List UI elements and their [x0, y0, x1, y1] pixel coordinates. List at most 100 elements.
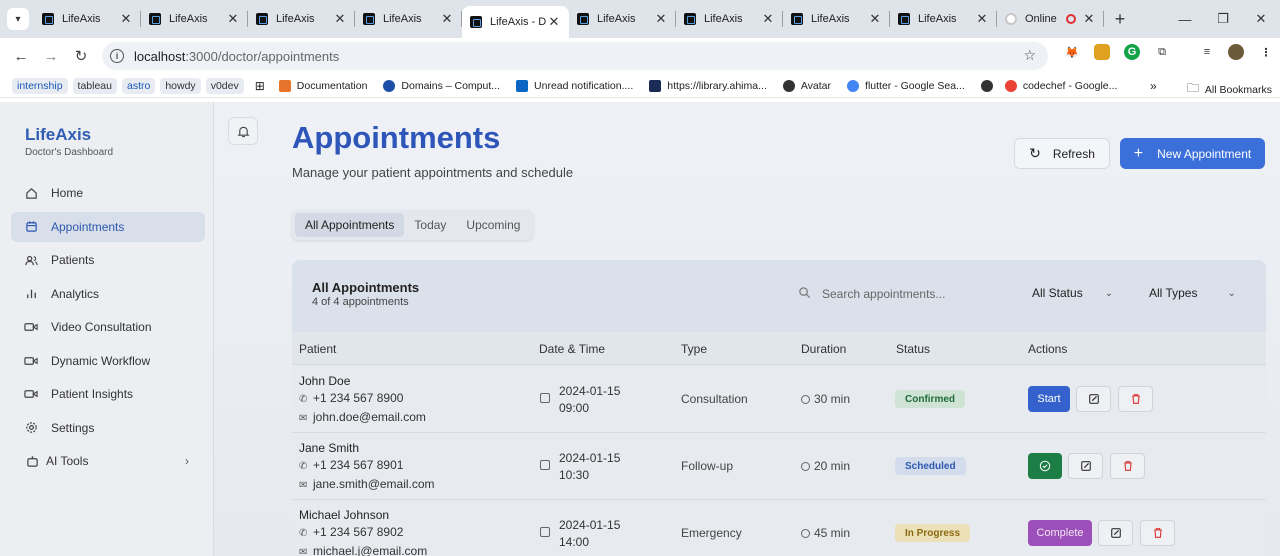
sidebar-item-analytics[interactable]: Analytics — [11, 279, 205, 309]
patient-name: John Doe — [299, 374, 351, 388]
metamask-extension-icon[interactable]: 🦊 — [1064, 44, 1080, 60]
browser-tab[interactable]: LifeAxis ✕ — [248, 0, 355, 38]
tab-today[interactable]: Today — [404, 213, 456, 237]
browser-tab[interactable]: LifeAxis ✕ — [141, 0, 248, 38]
extensions-puzzle-icon[interactable]: ⧉ — [1154, 44, 1170, 60]
edit-button[interactable] — [1098, 520, 1133, 546]
complete-button[interactable]: Complete — [1028, 520, 1092, 546]
close-tab-icon[interactable]: ✕ — [975, 11, 989, 27]
close-tab-icon[interactable]: ✕ — [761, 11, 775, 27]
new-appointment-button[interactable]: + New Appointment — [1120, 138, 1265, 169]
table-row: John Doe ✆ +1 234 567 8900 ✉ john.doe@emai… — [292, 366, 1266, 433]
browser-tab[interactable]: LifeAxis ✕ — [890, 0, 997, 38]
tab-title: LifeAxis — [811, 13, 850, 25]
browser-tab[interactable]: LifeAxis ✕ — [676, 0, 783, 38]
forward-icon[interactable]: → — [36, 48, 66, 65]
start-button[interactable]: Start — [1028, 386, 1070, 412]
media-control-icon[interactable]: ≡ — [1199, 44, 1215, 60]
patient-name: Jane Smith — [299, 441, 360, 455]
close-tab-icon[interactable]: ✕ — [868, 11, 882, 27]
close-tab-icon[interactable]: ✕ — [440, 11, 454, 27]
site-info-icon[interactable]: i — [110, 49, 124, 63]
close-tab-icon[interactable]: ✕ — [547, 14, 561, 30]
bookmark-chip[interactable]: v0dev — [205, 77, 244, 94]
bookmark-chip[interactable]: howdy — [160, 77, 201, 94]
bookmark-item[interactable]: codechef - Google... — [1004, 79, 1117, 92]
confirm-button[interactable] — [1028, 453, 1062, 479]
browser-tab-bar: ▾ LifeAxis ✕ LifeAxis ✕ LifeAxis ✕ LifeAxis… — [0, 0, 1280, 38]
bookmark-item[interactable]: flutter - Google Sea... — [847, 79, 965, 92]
appointment-type: Consultation — [681, 392, 748, 406]
close-window-icon[interactable]: ✕ — [1242, 0, 1280, 38]
apps-grid-icon[interactable]: ⊞ — [255, 79, 265, 93]
tab-all-appointments[interactable]: All Appointments — [295, 213, 405, 237]
delete-button[interactable] — [1110, 453, 1145, 479]
brand-logo[interactable]: LifeAxis — [25, 125, 91, 145]
more-bookmarks-icon[interactable]: » — [1150, 79, 1157, 93]
minimize-icon[interactable]: — — [1166, 0, 1204, 38]
more-menu-icon[interactable]: ⋮ — [1258, 44, 1274, 60]
refresh-icon: ↻ — [1029, 145, 1041, 161]
sidebar-item-video-consultation[interactable]: Video Consultation — [11, 312, 205, 342]
lifeaxis-favicon-icon — [684, 13, 696, 25]
bookmark-item[interactable]: Avatar — [782, 79, 831, 92]
window-controls: — ❐ ✕ — [1166, 0, 1280, 38]
browser-tab[interactable]: LifeAxis ✕ — [569, 0, 676, 38]
bookmark-item[interactable]: Unread notification.... — [516, 79, 633, 92]
tab-title: LifeAxis — [276, 13, 315, 25]
close-tab-icon[interactable]: ✕ — [119, 11, 133, 27]
appointment-type: Follow-up — [681, 459, 734, 473]
browser-tab[interactable]: LifeAxis ✕ — [783, 0, 890, 38]
edit-button[interactable] — [1076, 386, 1111, 412]
reload-icon[interactable]: ↻ — [66, 47, 96, 65]
delete-button[interactable] — [1118, 386, 1153, 412]
bookmark-chip[interactable]: internship — [12, 77, 68, 94]
refresh-button[interactable]: ↻ Refresh — [1014, 138, 1110, 169]
back-icon[interactable]: ← — [6, 48, 36, 65]
notes-extension-icon[interactable] — [1094, 44, 1110, 60]
appointment-type: Emergency — [681, 526, 742, 540]
all-bookmarks[interactable]: 🗀 All Bookmarks — [1187, 79, 1272, 100]
address-bar[interactable]: i localhost:3000/doctor/appointments ☆ — [102, 42, 1048, 70]
browser-tab[interactable]: LifeAxis ✕ — [355, 0, 462, 38]
profile-avatar[interactable] — [1228, 44, 1244, 60]
browser-tab-active[interactable]: LifeAxis - D ✕ — [462, 6, 569, 38]
close-tab-icon[interactable]: ✕ — [226, 11, 240, 27]
bookmark-item[interactable]: Documentation — [278, 79, 367, 92]
sidebar-item-ai-tools[interactable]: AI Tools › — [11, 446, 205, 476]
sidebar-item-dynamic-workflow[interactable]: Dynamic Workflow — [11, 346, 205, 376]
brand-subtitle: Doctor's Dashboard — [25, 147, 114, 158]
delete-button[interactable] — [1140, 520, 1175, 546]
sidebar-item-settings[interactable]: Settings — [11, 413, 205, 443]
type-filter-select[interactable]: All Types ⌄ — [1149, 286, 1236, 300]
folder-icon: 🗀 — [1186, 81, 1199, 95]
bookmark-item[interactable]: Domains – Comput... — [383, 79, 500, 92]
notifications-button[interactable] — [228, 117, 258, 145]
appointment-time: 09:00 — [559, 401, 590, 415]
maximize-icon[interactable]: ❐ — [1204, 0, 1242, 38]
sidebar-item-patients[interactable]: Patients — [11, 245, 205, 275]
plus-icon: + — [1133, 144, 1144, 162]
grammarly-extension-icon[interactable]: G — [1124, 44, 1140, 60]
search-input[interactable]: Search appointments... — [798, 286, 945, 302]
close-tab-icon[interactable]: ✕ — [333, 11, 347, 27]
close-tab-icon[interactable]: ✕ — [1082, 11, 1096, 27]
bookmark-chip[interactable]: tableau — [72, 77, 117, 94]
tab-title: Online — [1025, 13, 1057, 25]
browser-tab[interactable]: Online ✕ — [997, 0, 1104, 38]
search-icon — [798, 286, 811, 302]
sidebar-item-home[interactable]: Home — [11, 178, 205, 208]
bookmark-star-icon[interactable]: ☆ — [1023, 47, 1036, 64]
close-tab-icon[interactable]: ✕ — [654, 11, 668, 27]
sidebar-item-appointments[interactable]: Appointments — [11, 211, 205, 242]
bookmark-chip[interactable]: astro — [121, 77, 156, 94]
table-row: Jane Smith ✆ +1 234 567 8901 ✉ jane.smith@… — [292, 433, 1266, 500]
bookmark-item[interactable]: https://library.ahima... — [649, 79, 767, 92]
status-filter-select[interactable]: All Status ⌄ — [1032, 286, 1113, 300]
browser-tab[interactable]: LifeAxis ✕ — [34, 0, 141, 38]
edit-button[interactable] — [1068, 453, 1103, 479]
tab-upcoming[interactable]: Upcoming — [456, 213, 530, 237]
new-tab-icon[interactable]: + — [1108, 9, 1132, 30]
tab-search-chevron-icon[interactable]: ▾ — [7, 8, 29, 30]
sidebar-item-patient-insights[interactable]: Patient Insights — [11, 379, 205, 409]
